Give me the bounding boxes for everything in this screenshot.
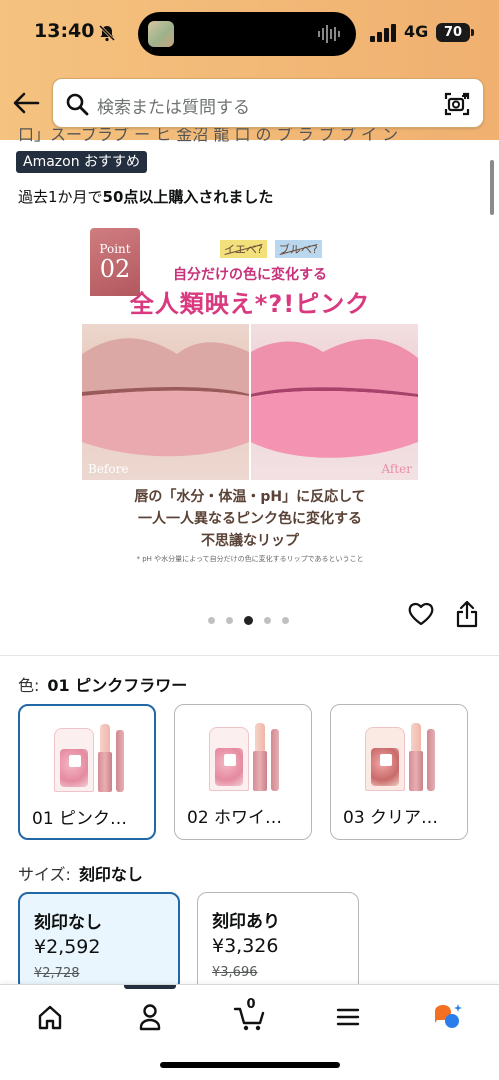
promo-headline: 全人類映え*?!ピンク [129,290,371,318]
now-playing-thumbnail [148,21,174,47]
nav-active-indicator [124,985,176,989]
size-option-name: 刻印あり [212,912,280,932]
size-option-old-price: ¥3,696 [212,965,258,980]
badge-brand: Amazon [23,154,80,170]
search-bar[interactable]: 検索または質問する [52,78,484,128]
point-label: Point [99,242,131,256]
color-label: 色: [18,676,40,695]
size-label: サイズ: [18,865,71,884]
promo-description: 唇の「水分・体温・pH」に反応して 一人一人異なるピンク色に変化する 不思議なリ… [82,486,418,552]
desc-line-3: 不思議なリップ [201,533,299,549]
carousel-dots[interactable] [208,609,300,628]
cellular-signal-icon [370,24,396,42]
size-option-old-price: ¥2,728 [34,966,80,981]
share-icon[interactable] [456,600,478,628]
silent-bell-icon [98,24,116,42]
status-bar: 13:40 4G 70 [0,0,499,70]
dynamic-island [138,12,356,56]
badge-text: おすすめ [84,154,141,170]
color-option-01[interactable]: 01 ピンク… [18,704,156,840]
color-option-03[interactable]: 03 クリア… [330,704,468,840]
camera-search-icon[interactable] [443,90,471,118]
color-option-name: 02 ホワイ… [187,808,283,828]
carousel-dot[interactable] [208,617,215,624]
purchase-prefix: 過去1か月で [18,188,103,206]
section-divider [0,655,499,656]
size-option-no-engraving[interactable]: 刻印なし ¥2,592 ¥2,728 [18,892,180,992]
menu-icon[interactable] [328,999,368,1035]
audio-waveform-icon [318,25,340,43]
home-icon[interactable] [30,999,70,1035]
tone-tags: イエベ? ブルベ? [220,238,325,258]
app-root: 13:40 4G 70 検索または質問する 口」スーブラブ ー ヒ 金沼 龍 口… [0,0,499,1080]
color-option-02[interactable]: 02 ホワイ… [174,704,312,840]
promo-subtitle: 自分だけの色に変化する [173,267,327,283]
carousel-dot[interactable] [264,617,271,624]
desc-line-1: 唇の「水分・体温・pH」に反応して [134,489,366,505]
heart-icon[interactable] [408,602,434,626]
header: 13:40 4G 70 検索または質問する [0,0,499,140]
after-label: After [381,462,412,476]
size-option-with-engraving[interactable]: 刻印あり ¥3,326 ¥3,696 [197,892,359,992]
cart-button[interactable]: 0 [230,997,270,1035]
search-input[interactable]: 検索または質問する [97,93,250,118]
amazon-recommended-badge: Amazon おすすめ [16,151,148,173]
account-icon[interactable] [130,999,170,1035]
rufus-ai-icon[interactable] [428,999,468,1035]
lips-after: After [251,324,418,480]
product-thumbnail [365,723,435,795]
color-selector-label: 色: 01 ピンクフラワー [18,672,187,696]
size-selector-label: サイズ: 刻印なし [18,861,143,885]
carousel-dot[interactable] [226,617,233,624]
product-title-fragment: 口」スーブラブ ー ヒ 金沼 龍 口 の ブ ラ ブ ブ イ ン [18,128,399,144]
battery-indicator: 70 [436,23,474,42]
tag-blue-base: ブルベ? [274,240,322,258]
size-option-name: 刻印なし [34,913,102,933]
purchase-count-text: 過去1か月で50点以上購入されました [18,186,273,207]
color-option-name: 03 クリア… [343,808,439,828]
network-type: 4G [404,22,429,41]
home-indicator [160,1062,340,1068]
product-image[interactable]: Point 02 イエベ? ブルベ? 自分だけの色に変化する 全人類映え*?!ピ… [82,222,418,570]
purchase-count: 50点以上購入されました [102,188,274,206]
back-arrow-icon[interactable] [12,90,40,116]
lips-before: Before [82,324,249,480]
carousel-dot[interactable] [282,617,289,624]
scrollbar[interactable] [490,160,494,215]
size-option-price: ¥2,592 [34,936,101,958]
promo-footnote: * pH や水分量によって自分だけの色に変化するリップであるということ [136,555,364,563]
product-thumbnail [54,724,124,796]
color-value: 01 ピンクフラワー [47,676,188,695]
tag-yellow-base: イエベ? [220,240,267,258]
carousel-dot-active[interactable] [244,616,253,625]
status-time: 13:40 [34,20,95,42]
search-icon [66,93,89,116]
product-thumbnail [209,723,279,795]
before-label: Before [88,462,129,476]
size-value: 刻印なし [78,865,143,884]
cart-count: 0 [246,997,256,1012]
size-option-price: ¥3,326 [212,935,279,957]
color-option-name: 01 ピンク… [32,809,128,829]
before-after-lips: Before After [82,324,418,480]
desc-line-2: 一人一人異なるピンク色に変化する [138,511,362,527]
